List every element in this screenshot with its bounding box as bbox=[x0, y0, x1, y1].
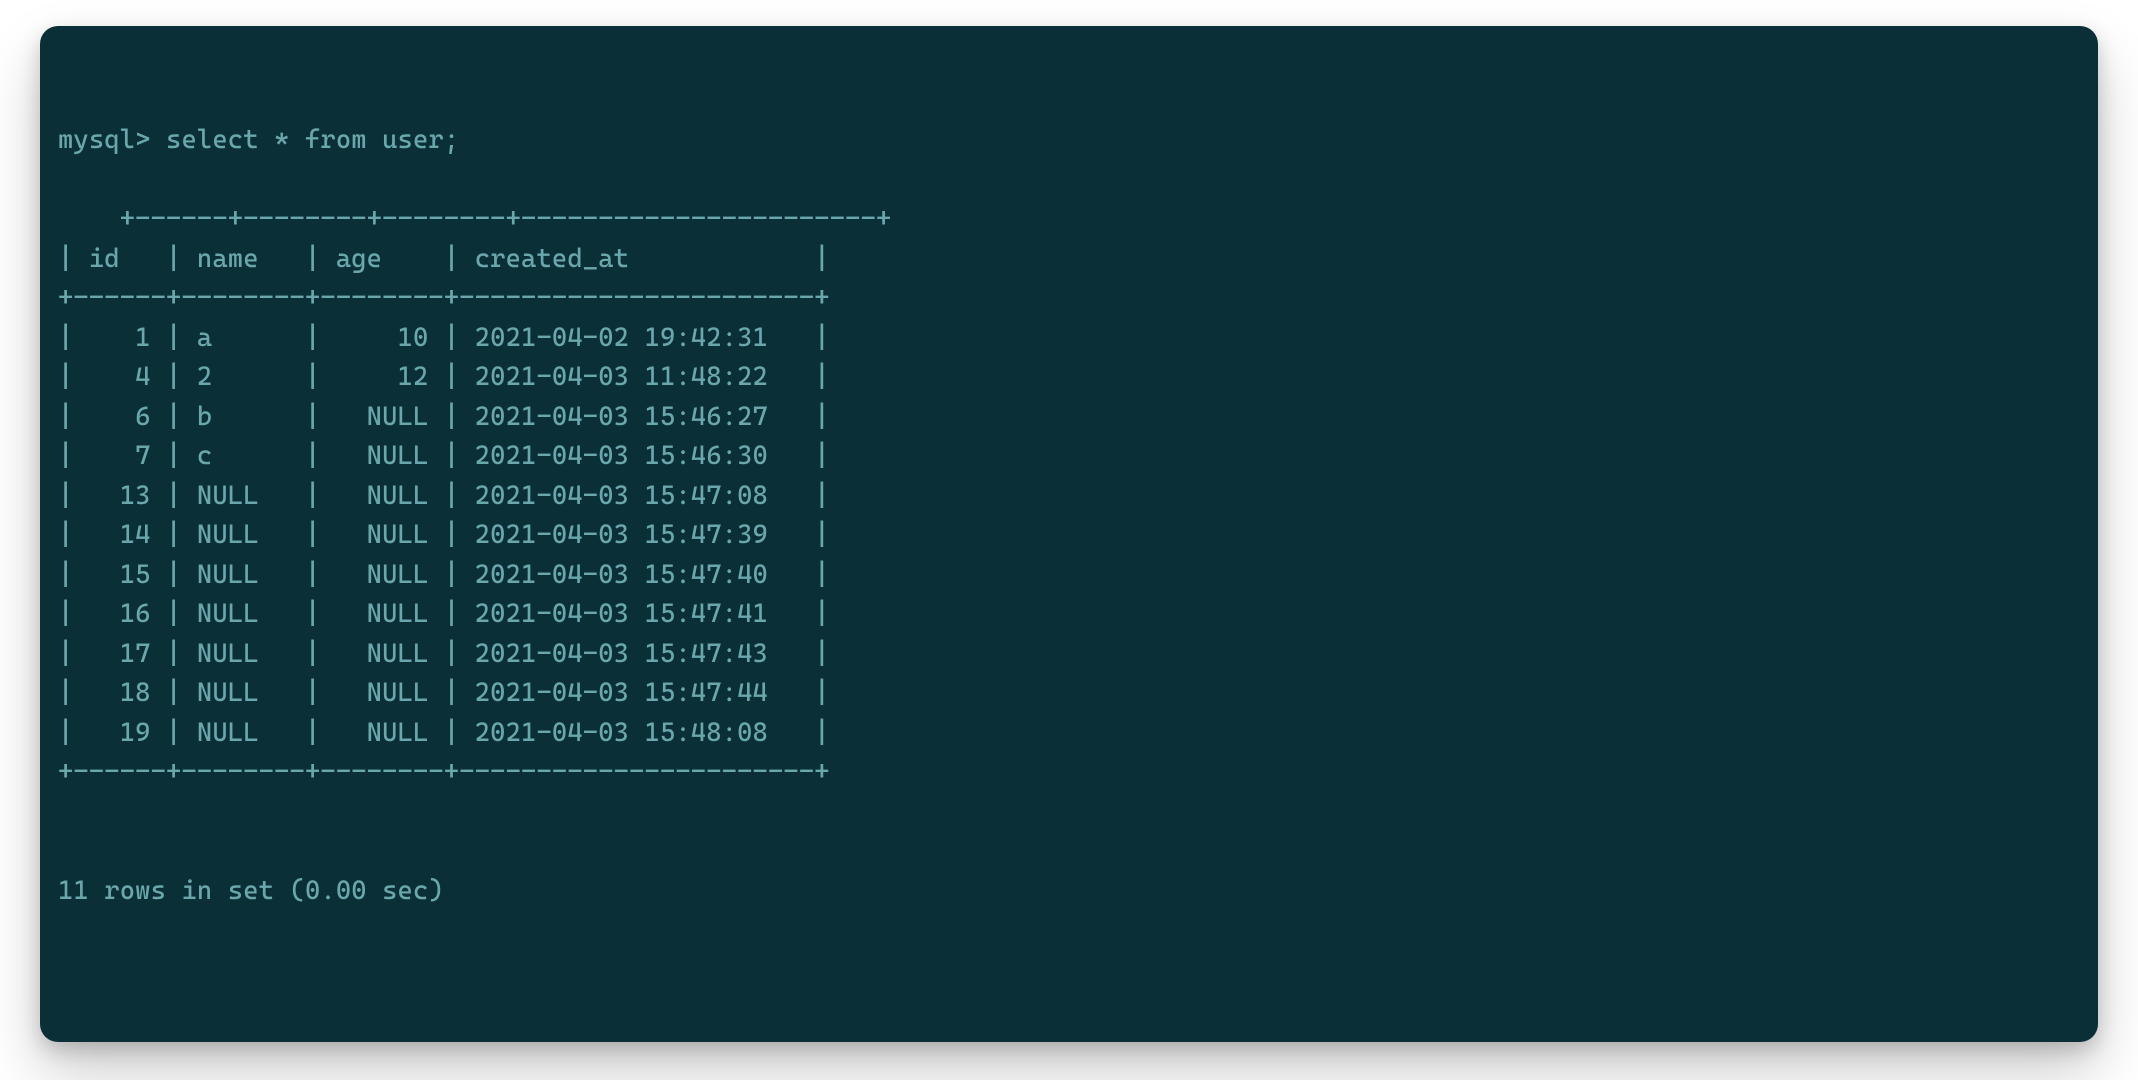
query-line-1: mysql> select * from user; bbox=[58, 121, 2080, 161]
prompt: mysql> bbox=[58, 125, 166, 155]
query-text-1: select * from user; bbox=[166, 125, 459, 155]
user-table-summary: 11 rows in set (0.00 sec) bbox=[58, 872, 2080, 912]
user-table-output: +------+--------+--------+--------------… bbox=[58, 204, 891, 787]
mysql-terminal[interactable]: mysql> select * from user; +------+-----… bbox=[40, 26, 2098, 1042]
blank-line bbox=[58, 990, 2080, 1030]
